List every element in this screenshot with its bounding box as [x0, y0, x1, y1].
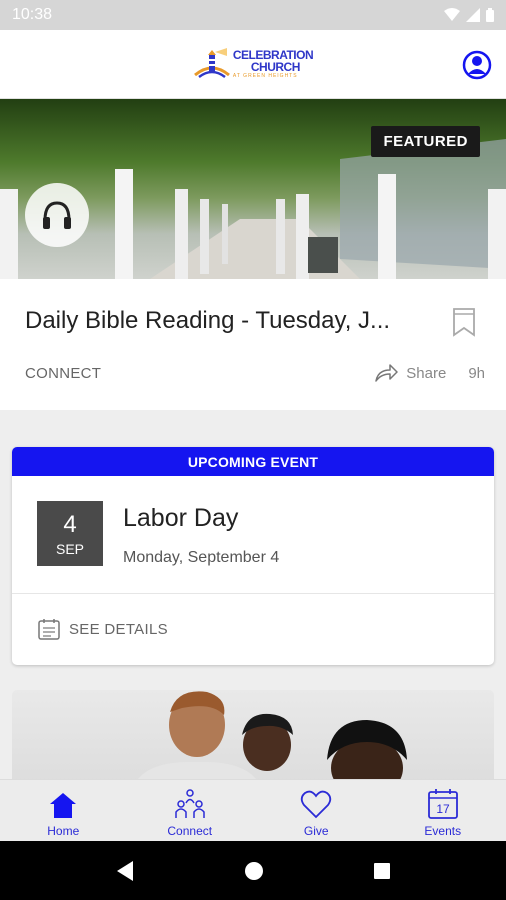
home-icon — [50, 793, 77, 818]
calendar-icon-day: 17 — [436, 802, 450, 816]
tab-connect[interactable]: Connect — [127, 780, 254, 841]
app-header: CELEBRATION CHURCH AT GREEN HEIGHTS — [0, 30, 506, 99]
see-details-label: SEE DETAILS — [69, 620, 168, 638]
headphones-icon — [43, 201, 71, 229]
back-icon[interactable] — [115, 860, 135, 882]
profile-icon — [462, 50, 492, 80]
signal-icon — [466, 8, 480, 22]
heart-icon — [301, 790, 332, 819]
event-date-box: 4 SEP — [37, 501, 103, 566]
event-header: UPCOMING EVENT — [12, 447, 494, 476]
post-photo — [132, 691, 407, 790]
featured-post-card[interactable]: FEATURED Daily Bible Reading - Tuesday, … — [0, 99, 506, 410]
status-icons — [444, 8, 494, 22]
event-divider — [12, 593, 494, 594]
tab-connect-label: Connect — [167, 824, 213, 838]
tab-give-label: Give — [303, 824, 329, 838]
calendar-details-icon — [38, 619, 60, 640]
post-category: CONNECT — [25, 364, 102, 382]
bookmark-button[interactable] — [452, 307, 476, 337]
post-photo-card[interactable] — [12, 690, 494, 790]
event-day: 4 — [63, 510, 77, 538]
post-meta: CONNECT Share 9h — [25, 364, 485, 382]
battery-icon — [486, 8, 494, 22]
share-label: Share — [406, 364, 447, 382]
status-bar: 10:38 — [0, 0, 506, 30]
people-icon — [175, 789, 205, 818]
logo-line2: CHURCH — [250, 60, 301, 74]
tab-events-label: Events — [424, 824, 462, 838]
featured-image: FEATURED — [0, 99, 506, 279]
bookmark-icon — [453, 308, 475, 337]
church-logo[interactable]: CELEBRATION CHURCH AT GREEN HEIGHTS — [193, 47, 314, 81]
post-title[interactable]: Daily Bible Reading - Tuesday, J... — [25, 307, 430, 335]
post-time-ago: 9h — [468, 364, 485, 382]
recents-icon[interactable] — [373, 862, 391, 880]
calendar-icon: 17 — [427, 789, 458, 819]
share-icon — [375, 364, 399, 382]
event-month: SEP — [55, 540, 84, 557]
see-details-button[interactable]: SEE DETAILS — [37, 617, 168, 641]
event-title[interactable]: Labor Day — [123, 504, 238, 533]
logo-text: CELEBRATION CHURCH AT GREEN HEIGHTS — [232, 49, 314, 79]
system-nav-bar — [0, 841, 506, 900]
tab-home[interactable]: Home — [0, 780, 127, 841]
share-button[interactable]: Share — [374, 364, 446, 382]
tab-events[interactable]: 17 Events — [380, 780, 506, 841]
event-date: Monday, September 4 — [123, 549, 280, 566]
lighthouse-icon — [193, 48, 230, 79]
profile-button[interactable] — [462, 50, 492, 80]
logo-line3: AT GREEN HEIGHTS — [232, 73, 298, 79]
tab-give[interactable]: Give — [253, 780, 380, 841]
featured-badge: FEATURED — [371, 126, 480, 157]
home-nav-icon[interactable] — [244, 861, 264, 881]
tab-home-label: Home — [47, 824, 80, 838]
status-time: 10:38 — [12, 6, 53, 23]
bottom-tab-bar: Home Connect Give 17 Events — [0, 779, 506, 841]
wifi-icon — [444, 8, 460, 21]
audio-button[interactable] — [25, 183, 89, 247]
upcoming-event-card[interactable]: UPCOMING EVENT 4 SEP Labor Day Monday, S… — [12, 447, 494, 665]
